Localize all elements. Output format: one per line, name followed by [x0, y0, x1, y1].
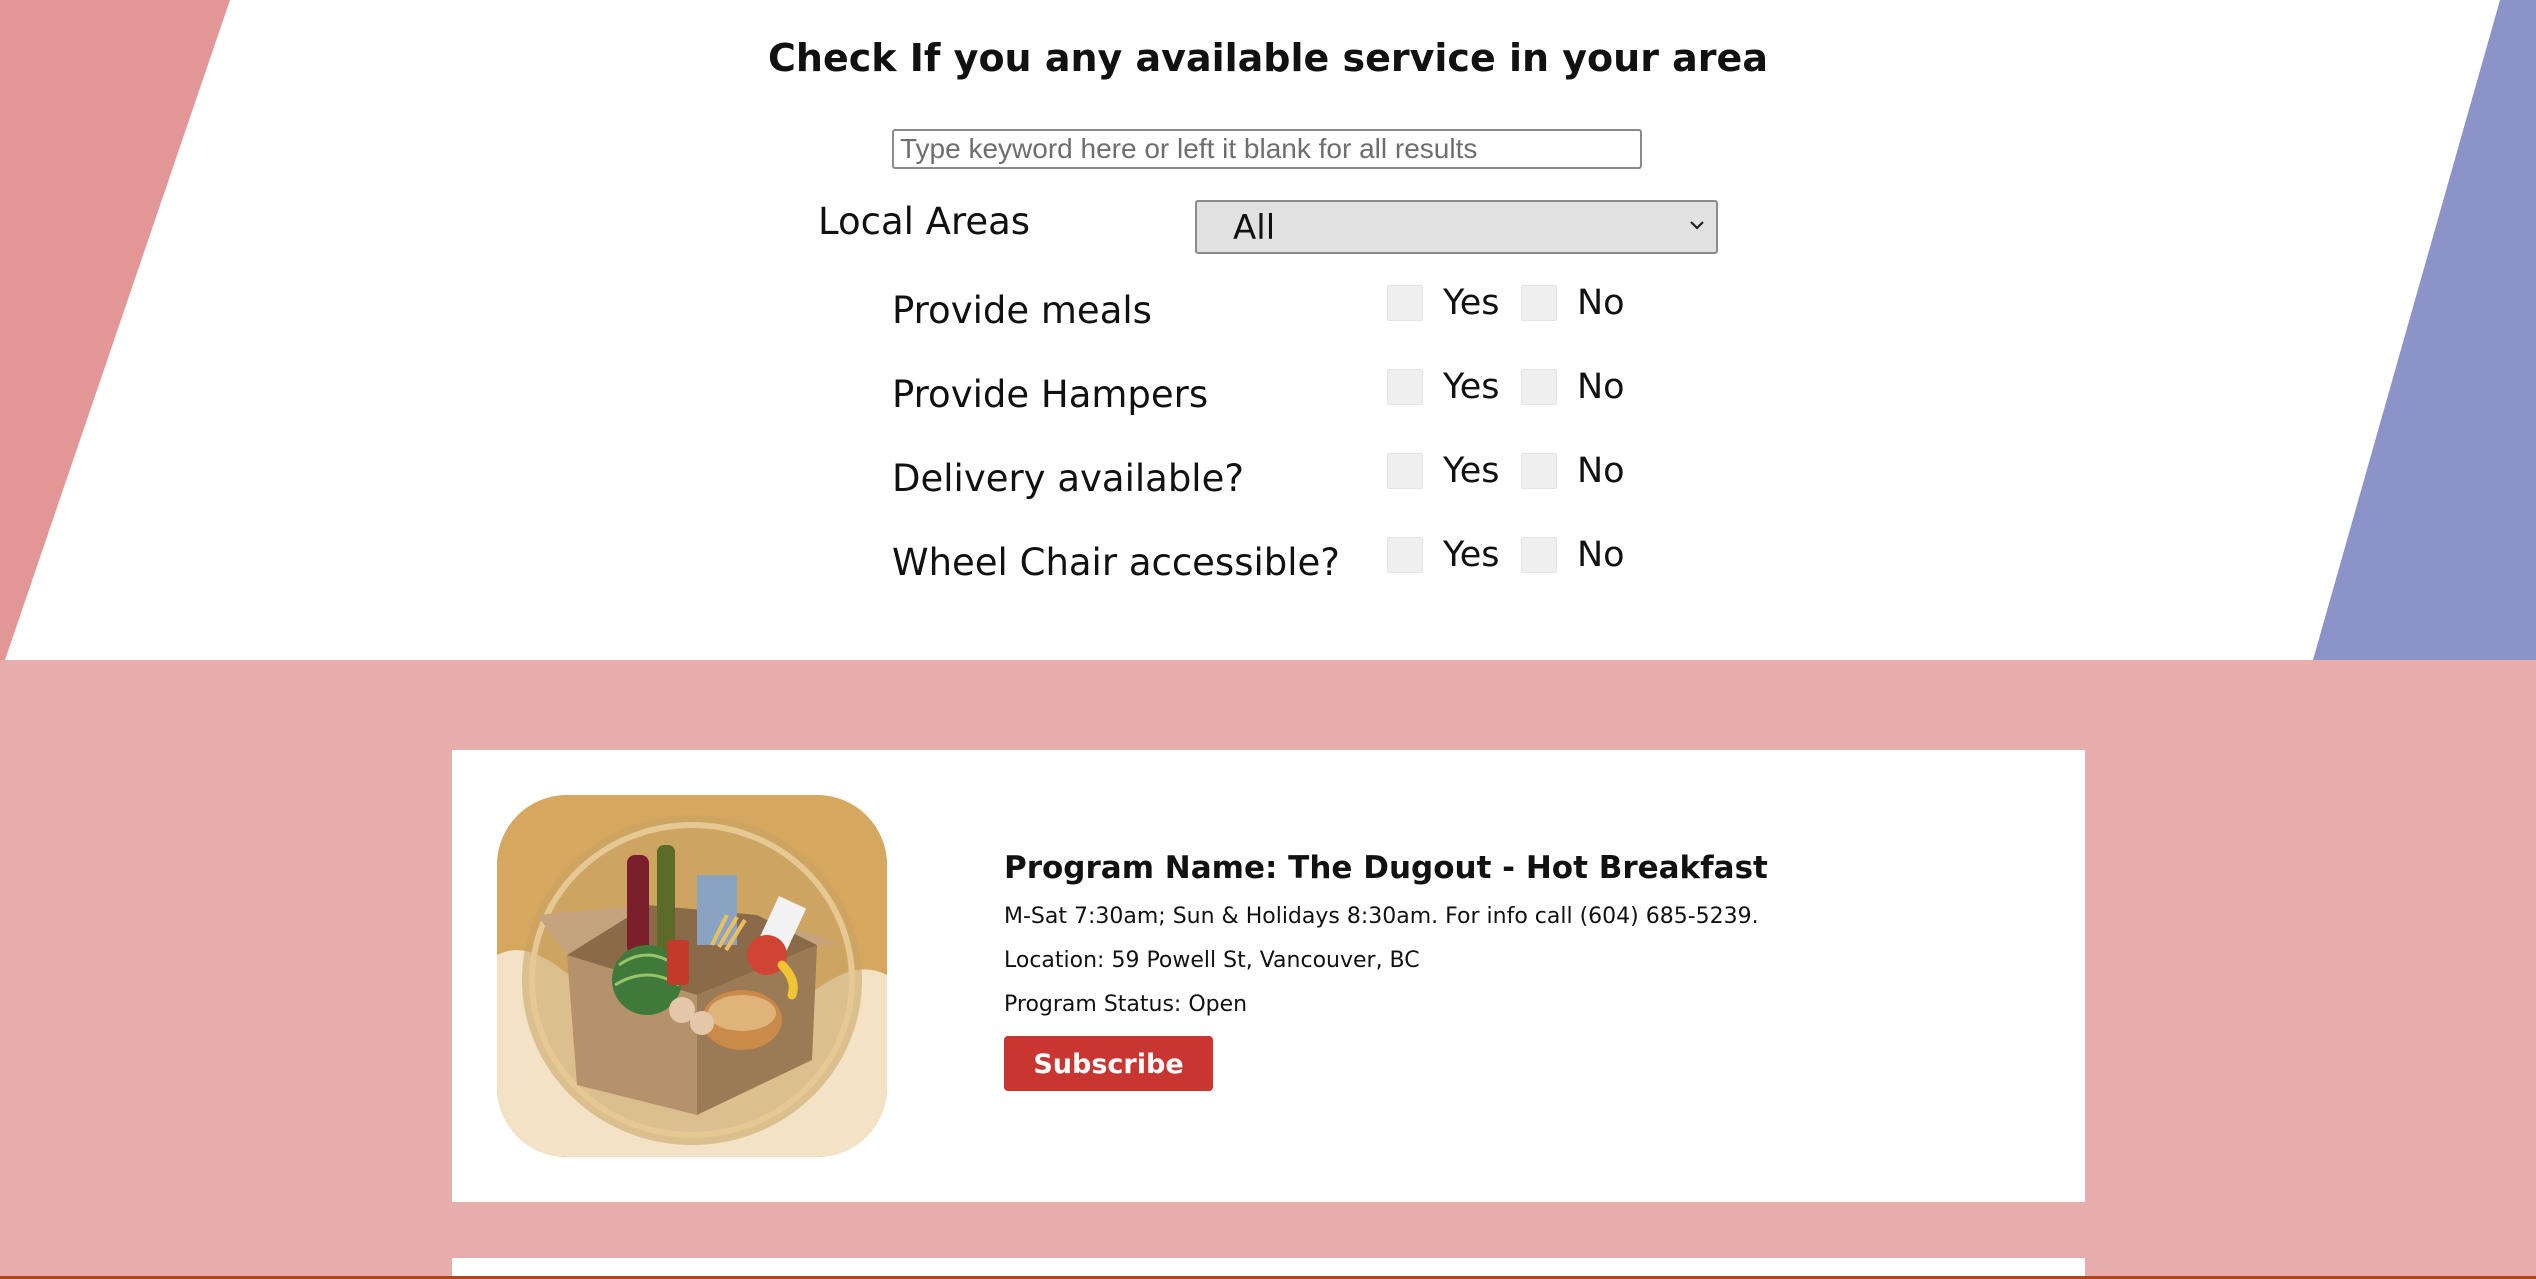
filter-label: Delivery available?	[892, 457, 1244, 500]
program-name: Program Name: The Dugout - Hot Breakfast	[1004, 850, 1768, 886]
delivery-yes-checkbox[interactable]	[1387, 453, 1423, 489]
program-status: Program Status: Open	[1004, 992, 1248, 1017]
program-info: Program Name: The Dugout - Hot Breakfast…	[1004, 850, 1768, 1091]
search-input[interactable]	[892, 129, 1642, 169]
no-label: No	[1577, 535, 1625, 575]
food-box-illustration	[497, 795, 887, 1157]
wheelchair-no-checkbox[interactable]	[1521, 537, 1557, 573]
page: Check If you any available service in yo…	[0, 0, 2536, 1279]
wheelchair-yes-checkbox[interactable]	[1387, 537, 1423, 573]
filter-row-wheelchair: Wheel Chair accessible? Yes No	[892, 535, 1652, 587]
filter-label: Provide meals	[892, 289, 1152, 332]
search-section: Check If you any available service in yo…	[0, 0, 2536, 660]
program-hours: M-Sat 7:30am; Sun & Holidays 8:30am. For…	[1004, 904, 1759, 929]
program-location: Location: 59 Powell St, Vancouver, BC	[1004, 948, 1420, 973]
local-areas-label: Local Areas	[818, 200, 1031, 243]
yes-label: Yes	[1443, 283, 1500, 323]
program-card: Program Name: The Dugout - Hot Breakfast…	[452, 750, 2085, 1202]
local-areas-select[interactable]: All	[1195, 200, 1718, 254]
filter-row-hampers: Provide Hampers Yes No	[892, 367, 1652, 419]
yes-label: Yes	[1443, 535, 1500, 575]
left-diagonal-stripe	[0, 0, 230, 660]
yes-label: Yes	[1443, 451, 1500, 491]
search-title: Check If you any available service in yo…	[768, 36, 1768, 80]
filter-label: Provide Hampers	[892, 373, 1209, 416]
delivery-no-checkbox[interactable]	[1521, 453, 1557, 489]
hampers-yes-checkbox[interactable]	[1387, 369, 1423, 405]
no-label: No	[1577, 367, 1625, 407]
no-label: No	[1577, 283, 1625, 323]
chevron-down-icon	[1690, 221, 1704, 230]
filter-label: Wheel Chair accessible?	[892, 541, 1340, 584]
no-label: No	[1577, 451, 1625, 491]
filter-row-delivery: Delivery available? Yes No	[892, 451, 1652, 503]
yes-label: Yes	[1443, 367, 1500, 407]
meals-yes-checkbox[interactable]	[1387, 285, 1423, 321]
filter-row-meals: Provide meals Yes No	[892, 283, 1652, 335]
food-box-icon	[497, 795, 887, 1157]
hampers-no-checkbox[interactable]	[1521, 369, 1557, 405]
subscribe-button[interactable]: Subscribe	[1004, 1036, 1213, 1091]
program-list: Program Name: The Dugout - Hot Breakfast…	[0, 660, 2536, 1279]
local-areas-selected-value: All	[1233, 208, 1276, 248]
right-diagonal-stripe	[2313, 0, 2536, 660]
meals-no-checkbox[interactable]	[1521, 285, 1557, 321]
